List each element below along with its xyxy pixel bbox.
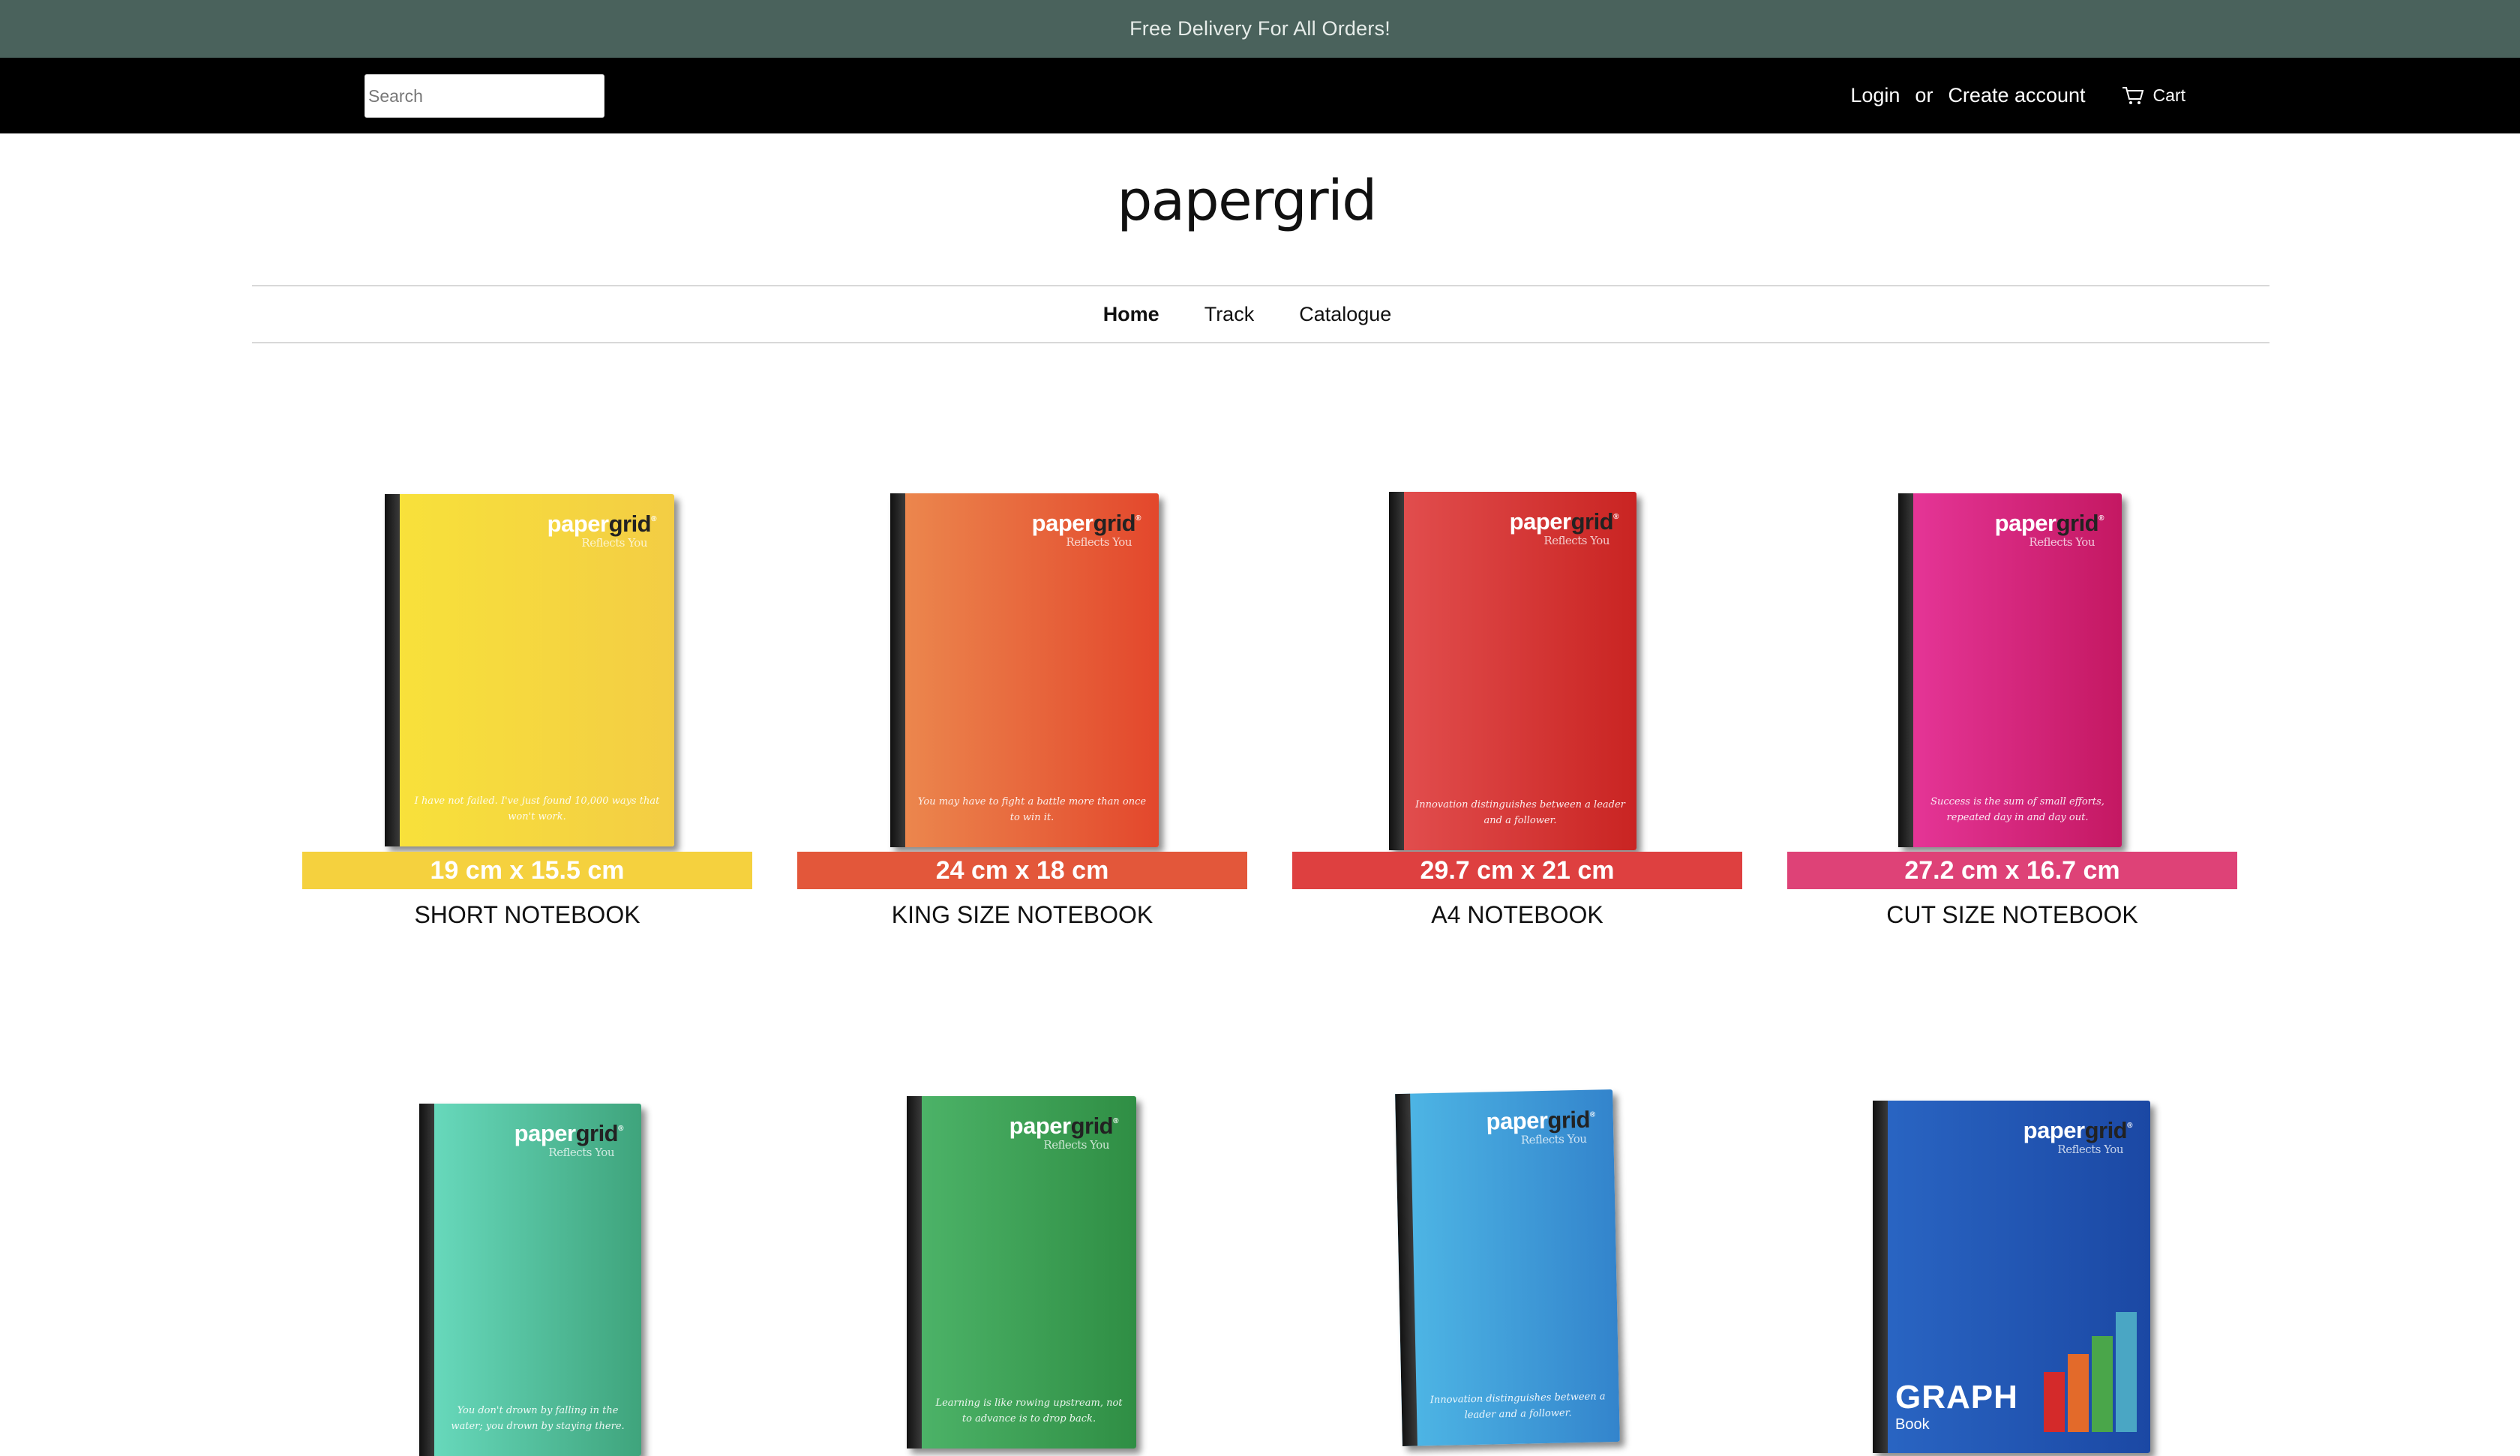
cover-quote: You may have to fight a battle more than… bbox=[917, 796, 1147, 824]
cover-quote: You don't drown by falling in the water;… bbox=[451, 1405, 625, 1433]
notebook-spine bbox=[1873, 1101, 1888, 1453]
graph-book-label: GRAPH Book bbox=[1895, 1379, 2018, 1434]
top-bar: Login or Create account Cart bbox=[0, 58, 2520, 133]
graph-title: GRAPH bbox=[1895, 1379, 2018, 1416]
nav-home[interactable]: Home bbox=[1103, 303, 1160, 326]
cover-brand: papergrid® Reflects You bbox=[1486, 1106, 1595, 1147]
product-image[interactable]: papergrid® Reflects You Innovation distin… bbox=[1389, 492, 1636, 850]
cover-brand: papergrid® Reflects You bbox=[2023, 1117, 2133, 1156]
cart-icon bbox=[2122, 86, 2144, 104]
product-image[interactable]: papergrid® Reflects You I have not failed… bbox=[385, 494, 674, 846]
product-title[interactable]: SHORT NOTEBOOK bbox=[302, 901, 752, 929]
main-nav: Home Track Catalogue bbox=[252, 285, 2270, 343]
notebook-spine bbox=[907, 1096, 922, 1449]
size-badge: 29.7 cm x 21 cm bbox=[1292, 852, 1742, 889]
graph-subtitle: Book bbox=[1895, 1416, 1930, 1433]
cart-label: Cart bbox=[2152, 85, 2186, 105]
cover-brand: papergrid® Reflects You bbox=[1009, 1113, 1119, 1152]
or-text: or bbox=[1915, 84, 1934, 106]
search-input[interactable] bbox=[368, 85, 601, 106]
product-image[interactable]: papergrid® Reflects You GRAPH Book bbox=[1873, 1101, 2150, 1453]
notebook-spine bbox=[385, 494, 400, 846]
product-image[interactable]: papergrid® Reflects You You don't drown b… bbox=[419, 1104, 641, 1456]
notebook-cover: papergrid® Reflects You Success is the su… bbox=[1898, 493, 2122, 847]
cover-brand: papergrid® Reflects You bbox=[514, 1120, 624, 1159]
product-image[interactable]: papergrid® Reflects You Innovation distin… bbox=[1395, 1089, 1620, 1446]
size-badge: 27.2 cm x 16.7 cm bbox=[1787, 852, 2237, 889]
notebook-cover: papergrid® Reflects You I have not failed… bbox=[385, 494, 674, 846]
product-title[interactable]: CUT SIZE NOTEBOOK bbox=[1787, 901, 2237, 929]
bar-chart-icon bbox=[2044, 1312, 2137, 1432]
notebook-cover: papergrid® Reflects You You don't drown b… bbox=[419, 1104, 641, 1456]
product-image[interactable]: papergrid® Reflects You You may have to f… bbox=[890, 493, 1159, 847]
notebook-spine bbox=[1389, 492, 1404, 850]
product-title[interactable]: A4 NOTEBOOK bbox=[1292, 901, 1742, 929]
notebook-cover: papergrid® Reflects You You may have to f… bbox=[890, 493, 1159, 847]
login-link[interactable]: Login bbox=[1850, 84, 1900, 107]
create-account-link[interactable]: Create account bbox=[1948, 84, 2085, 107]
search-box[interactable] bbox=[364, 74, 604, 118]
notebook-cover: papergrid® Reflects You Innovation distin… bbox=[1389, 492, 1636, 850]
cart-link[interactable]: Cart bbox=[2122, 85, 2186, 106]
cover-quote: Innovation distinguishes between a leade… bbox=[1415, 799, 1625, 827]
notebook-spine bbox=[419, 1104, 434, 1456]
notebook-spine bbox=[890, 493, 905, 847]
nav-track[interactable]: Track bbox=[1204, 303, 1255, 326]
notebook-cover: papergrid® Reflects You GRAPH Book bbox=[1873, 1101, 2150, 1453]
product-image[interactable]: papergrid® Reflects You Success is the su… bbox=[1898, 493, 2122, 847]
notebook-cover: papergrid® Reflects You Innovation distin… bbox=[1395, 1089, 1620, 1446]
cover-brand: papergrid® Reflects You bbox=[1509, 508, 1619, 547]
nav-catalogue[interactable]: Catalogue bbox=[1299, 303, 1391, 326]
notebook-cover: papergrid® Reflects You Learning is like … bbox=[907, 1096, 1136, 1449]
size-badge: 24 cm x 18 cm bbox=[797, 852, 1247, 889]
cover-quote: Innovation distinguishes between a leade… bbox=[1430, 1391, 1606, 1422]
size-badge: 19 cm x 15.5 cm bbox=[302, 852, 752, 889]
cover-brand: papergrid® Reflects You bbox=[1031, 510, 1142, 549]
product-image[interactable]: papergrid® Reflects You Learning is like … bbox=[907, 1096, 1136, 1449]
account-links: Login or Create account Cart bbox=[1850, 58, 2186, 133]
cover-quote: I have not failed. I've just found 10,00… bbox=[414, 795, 660, 823]
cover-brand: papergrid® Reflects You bbox=[547, 511, 657, 550]
notebook-spine bbox=[1395, 1093, 1418, 1446]
announcement-bar: Free Delivery For All Orders! bbox=[0, 0, 2520, 58]
cover-quote: Learning is like rowing upstream, not to… bbox=[935, 1398, 1123, 1425]
cover-brand: papergrid® Reflects You bbox=[1994, 510, 2104, 549]
product-title[interactable]: KING SIZE NOTEBOOK bbox=[797, 901, 1247, 929]
notebook-spine bbox=[1898, 493, 1913, 847]
cover-quote: Success is the sum of small efforts, rep… bbox=[1930, 796, 2104, 824]
site-logo[interactable]: papergrid bbox=[0, 169, 2493, 233]
announcement-text: Free Delivery For All Orders! bbox=[1130, 17, 1390, 40]
